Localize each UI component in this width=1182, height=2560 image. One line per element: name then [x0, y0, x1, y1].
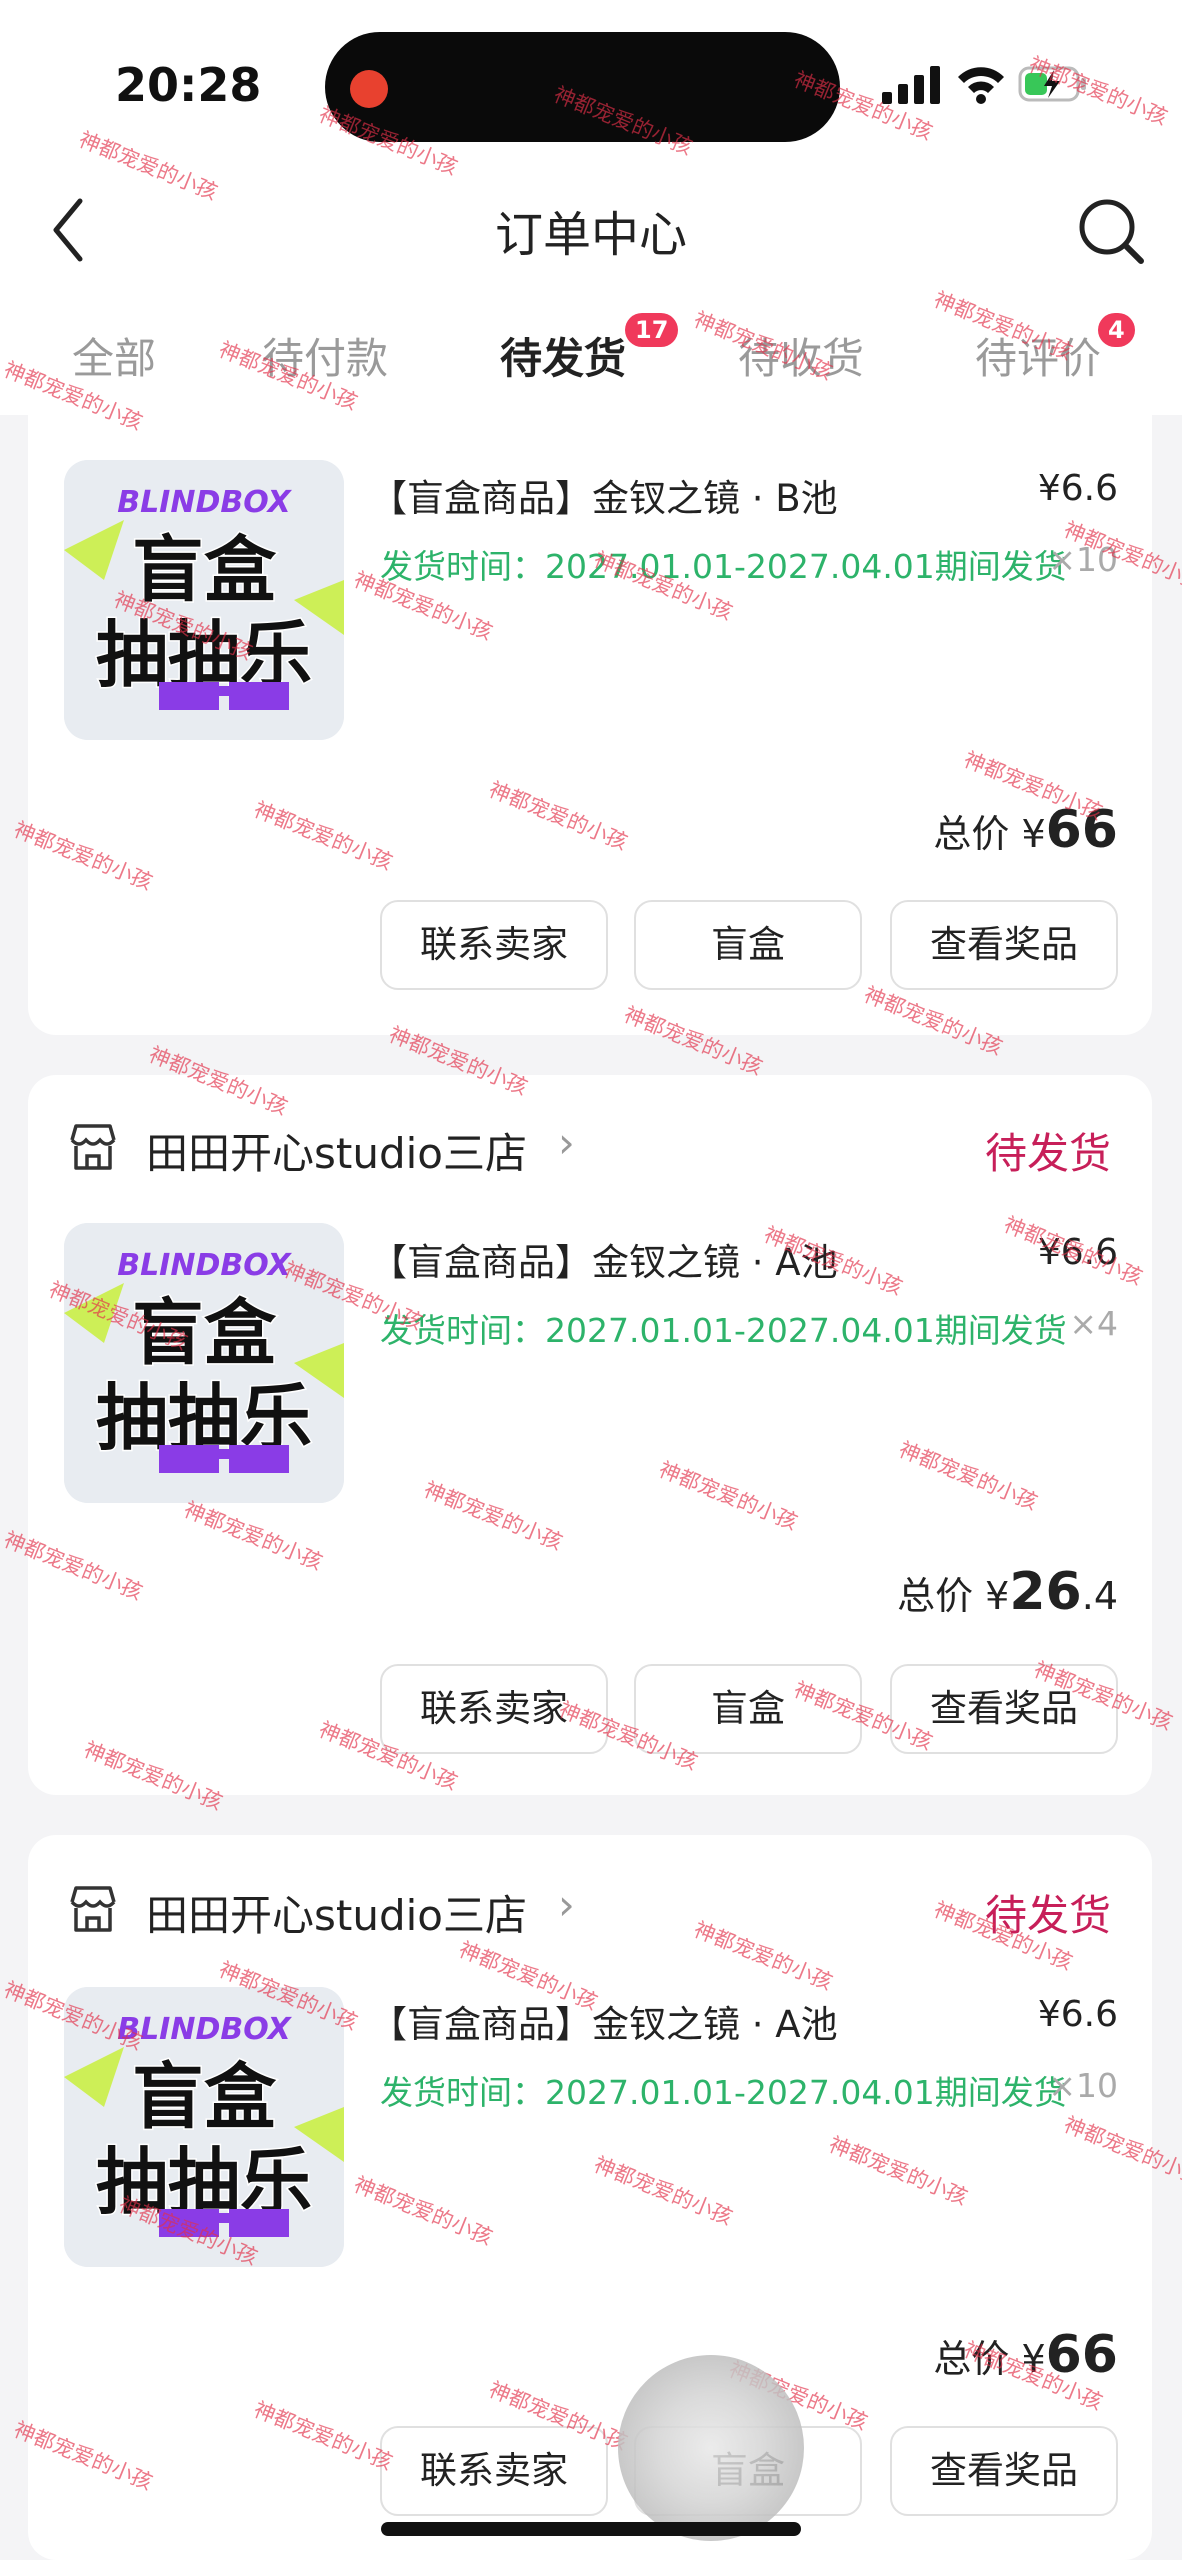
page-title: 订单中心 [494, 207, 687, 263]
search-icon[interactable] [1075, 195, 1147, 267]
assistive-touch-button[interactable] [618, 2355, 804, 2541]
product-thumbnail[interactable]: BLINDBOX 盲盒 抽抽乐 [64, 1223, 344, 1503]
product-quantity: ×10 [1048, 540, 1118, 579]
product-price: ¥6.6 [1037, 468, 1118, 509]
product-name: 【盲盒商品】金钗之镜 · B池 [370, 477, 838, 520]
product-price: ¥6.6 [1037, 1994, 1118, 2035]
tab-pending-shipment[interactable]: 待发货 [500, 325, 626, 386]
store-name[interactable]: 田田开心studio三店 [146, 1120, 527, 1181]
product-quantity: ×10 [1048, 2066, 1118, 2105]
product-name: 【盲盒商品】金钗之镜 · A池 [370, 1241, 838, 1284]
svg-text:盲盒: 盲盒 [132, 1291, 277, 1375]
blind-box-button[interactable]: 盲盒 [634, 1664, 862, 1754]
order-status: 待发货 [985, 1129, 1112, 1178]
tab-badge-pending-shipment: 17 [625, 313, 679, 347]
contact-seller-button[interactable]: 联系卖家 [380, 1664, 608, 1754]
battery-charging-icon [1018, 66, 1086, 102]
cellular-signal-icon [882, 66, 940, 104]
contact-seller-button[interactable]: 联系卖家 [380, 900, 608, 990]
order-status: 待发货 [985, 1891, 1112, 1940]
view-prizes-button[interactable]: 查看奖品 [890, 2426, 1118, 2516]
tab-pending-receipt[interactable]: 待收货 [738, 325, 864, 386]
svg-text:盲盒: 盲盒 [132, 2055, 277, 2139]
ship-time: 发货时间：2027.01.01-2027.04.01期间发货 [380, 1311, 1067, 1350]
blind-box-button[interactable]: 盲盒 [634, 900, 862, 990]
order-total: 总价 ¥66 [933, 800, 1118, 860]
product-thumbnail[interactable]: BLINDBOX 盲盒 抽抽乐 [64, 1987, 344, 2267]
product-thumbnail[interactable]: BLINDBOX 盲盒 抽抽乐 [64, 460, 344, 740]
chevron-right-icon[interactable]: › [558, 1880, 575, 1929]
contact-seller-button[interactable]: 联系卖家 [380, 2426, 608, 2516]
view-prizes-button[interactable]: 查看奖品 [890, 1664, 1118, 1754]
recording-indicator-icon [350, 70, 388, 108]
status-time: 20:28 [115, 58, 262, 112]
dynamic-island [325, 32, 840, 142]
tab-badge-pending-review: 4 [1098, 313, 1135, 347]
home-indicator[interactable] [381, 2522, 801, 2536]
tab-pending-review[interactable]: 待评价 [975, 325, 1101, 386]
product-name: 【盲盒商品】金钗之镜 · A池 [370, 2003, 838, 2046]
store-name[interactable]: 田田开心studio三店 [146, 1882, 527, 1943]
svg-text:盲盒: 盲盒 [132, 528, 277, 612]
order-total: 总价 ¥26.4 [897, 1562, 1118, 1622]
chevron-right-icon[interactable]: › [558, 1118, 575, 1167]
wifi-icon [958, 67, 1004, 104]
tab-all[interactable]: 全部 [72, 325, 156, 386]
store-icon [70, 1886, 116, 1932]
tab-pending-payment[interactable]: 待付款 [262, 325, 388, 386]
svg-text:BLINDBOX: BLINDBOX [117, 2012, 292, 2047]
order-total: 总价 ¥66 [933, 2325, 1118, 2385]
store-icon [70, 1124, 116, 1170]
svg-text:BLINDBOX: BLINDBOX [117, 485, 292, 520]
view-prizes-button[interactable]: 查看奖品 [890, 900, 1118, 990]
ship-time: 发货时间：2027.01.01-2027.04.01期间发货 [380, 2073, 1067, 2112]
ship-time: 发货时间：2027.01.01-2027.04.01期间发货 [380, 547, 1067, 586]
svg-text:BLINDBOX: BLINDBOX [117, 1248, 292, 1283]
product-quantity: ×4 [1069, 1304, 1118, 1343]
product-price: ¥6.6 [1037, 1232, 1118, 1273]
